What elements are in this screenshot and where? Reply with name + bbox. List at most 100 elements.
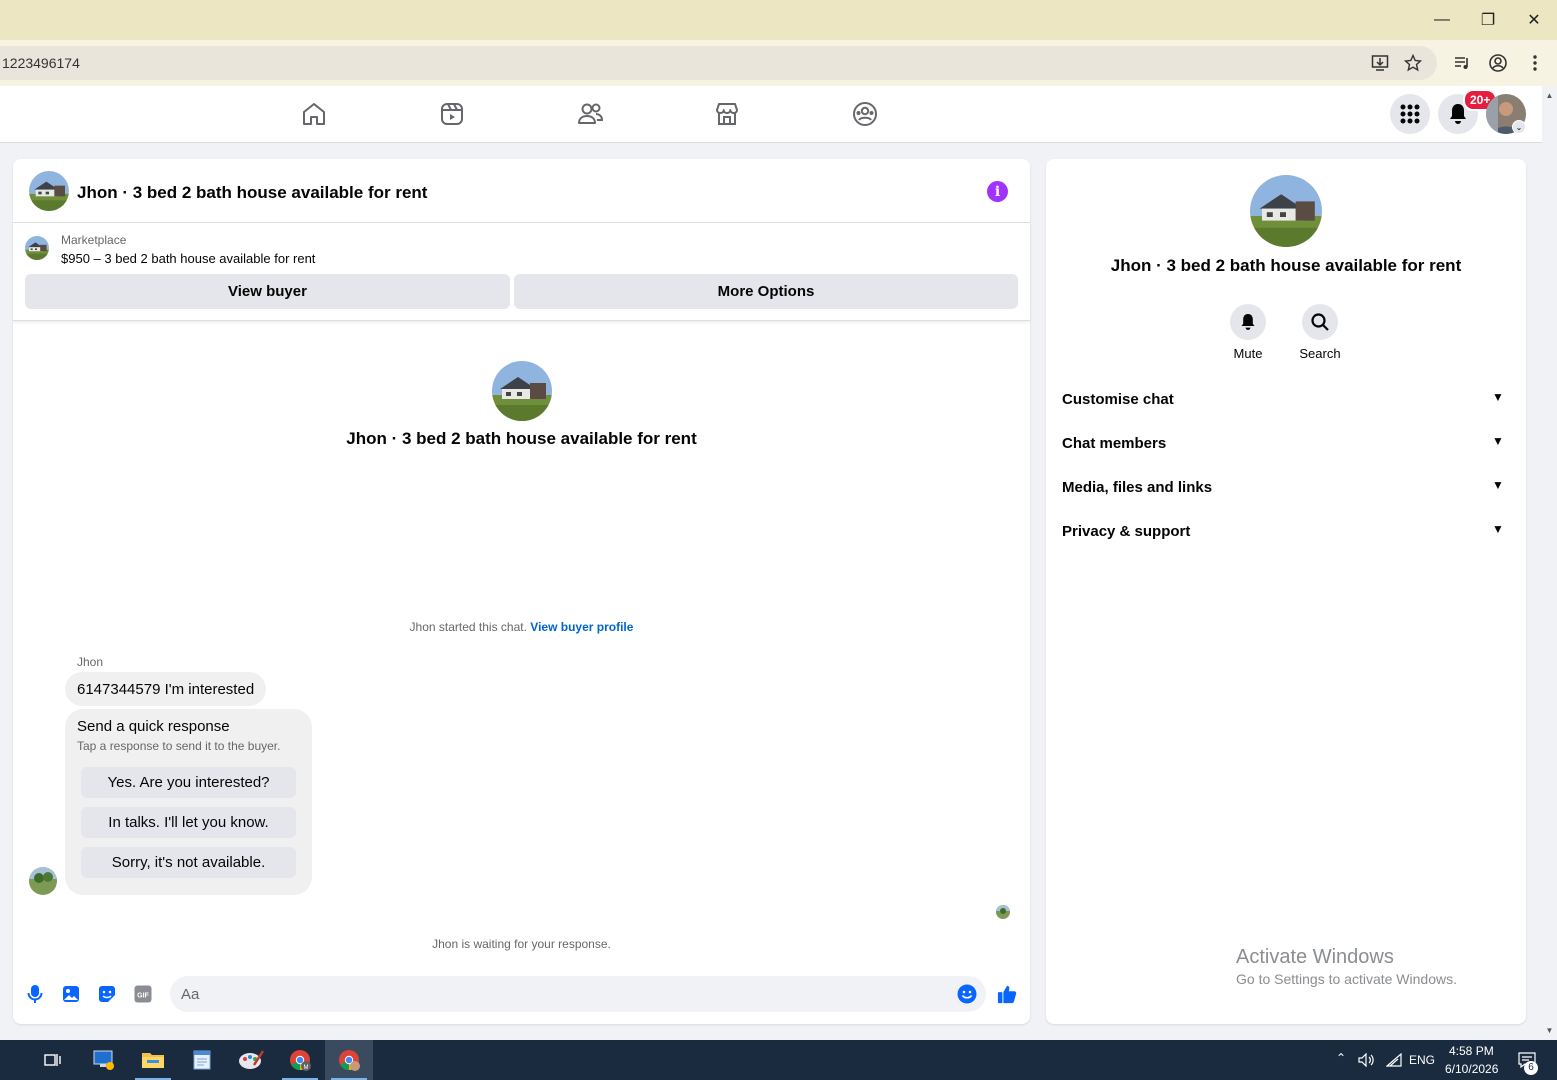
page-scrollbar[interactable]: ▲ ▼ <box>1542 86 1557 1040</box>
grid-icon <box>1400 104 1420 124</box>
section-label: Chat members <box>1062 435 1167 452</box>
profile-icon[interactable] <box>1487 52 1509 74</box>
gif-label: GIF <box>137 993 149 1000</box>
marketplace-icon[interactable] <box>713 100 741 128</box>
marketplace-listing-bar: Marketplace $950 – 3 bed 2 bath house av… <box>13 223 1030 321</box>
network-icon[interactable] <box>1380 1040 1408 1080</box>
details-title: Jhon · 3 bed 2 bath house available for … <box>1110 256 1462 275</box>
gif-icon[interactable]: GIF <box>133 984 153 1004</box>
chrome-active-icon[interactable] <box>325 1040 373 1080</box>
install-app-icon[interactable] <box>1369 52 1391 74</box>
message-composer: GIF <box>13 972 1030 1016</box>
chevron-down-icon: ▼ <box>1492 478 1504 492</box>
bell-icon <box>1230 304 1266 340</box>
section-label: Privacy & support <box>1062 523 1191 540</box>
bookmark-star-icon[interactable] <box>1402 52 1424 74</box>
scroll-down-icon[interactable]: ▼ <box>1542 1023 1557 1037</box>
search-icon <box>1302 304 1338 340</box>
quick-response-card: Send a quick response Tap a response to … <box>65 709 312 895</box>
home-icon[interactable] <box>300 100 328 128</box>
chevron-down-icon: ▼ <box>1492 390 1504 404</box>
more-options-button[interactable]: More Options <box>514 274 1018 309</box>
media-control-icon[interactable] <box>1451 52 1473 74</box>
url-text[interactable]: 1223496174 <box>2 55 80 71</box>
media-files-links-section[interactable]: Media, files and links ▼ <box>1046 468 1526 508</box>
chat-members-section[interactable]: Chat members ▼ <box>1046 424 1526 464</box>
conversation-avatar <box>492 361 552 421</box>
groups-icon[interactable] <box>851 100 879 128</box>
address-bar[interactable]: 1223496174 <box>0 46 1437 80</box>
chat-started-notice: Jhon started this chat. View buyer profi… <box>13 620 1030 634</box>
clock-time[interactable]: 4:58 PM <box>1449 1044 1494 1058</box>
privacy-support-section[interactable]: Privacy & support ▼ <box>1046 512 1526 552</box>
emoji-icon[interactable] <box>957 984 977 1004</box>
video-icon[interactable] <box>438 100 466 128</box>
quick-response-not-available[interactable]: Sorry, it's not available. <box>81 847 296 878</box>
friends-icon[interactable] <box>576 100 604 128</box>
window-title-bar: — ❐ ✕ <box>0 0 1557 40</box>
minimize-icon[interactable]: — <box>1419 6 1465 34</box>
info-icon[interactable]: i <box>987 181 1008 202</box>
conversation-title: Jhon · 3 bed 2 bath house available for … <box>346 429 697 448</box>
svg-text:M: M <box>304 1065 309 1071</box>
watermark-title: Activate Windows <box>1236 946 1394 968</box>
listing-thumbnail[interactable] <box>25 236 49 260</box>
quick-response-interested[interactable]: Yes. Are you interested? <box>81 767 296 798</box>
chat-header: Jhon · 3 bed 2 bath house available for … <box>13 159 1030 223</box>
waiting-notice: Jhon is waiting for your response. <box>432 937 611 951</box>
conversation-details-panel: Jhon · 3 bed 2 bath house available for … <box>1046 159 1526 1024</box>
restore-icon[interactable]: ❐ <box>1465 6 1511 34</box>
file-explorer-icon[interactable] <box>129 1040 177 1080</box>
details-avatar <box>1250 175 1322 247</box>
clock-date[interactable]: 6/10/2026 <box>1445 1062 1498 1076</box>
activate-windows-watermark: Activate Windows Go to Settings to activ… <box>1236 946 1457 987</box>
watermark-subtitle: Go to Settings to activate Windows. <box>1236 971 1457 987</box>
photo-icon[interactable] <box>61 984 81 1004</box>
volume-icon[interactable] <box>1352 1040 1380 1080</box>
chevron-down-icon: ▼ <box>1492 434 1504 448</box>
mute-button[interactable]: Mute <box>1208 304 1288 361</box>
quick-response-title: Send a quick response <box>77 718 230 735</box>
task-view-icon[interactable] <box>29 1040 77 1080</box>
menu-grid-button[interactable] <box>1390 94 1430 134</box>
browser-menu-icon[interactable] <box>1524 52 1546 74</box>
chat-title[interactable]: Jhon · 3 bed 2 bath house available for … <box>77 183 427 203</box>
chrome-profile-icon[interactable]: M <box>276 1040 324 1080</box>
sticker-icon[interactable] <box>97 984 117 1004</box>
microphone-icon[interactable] <box>25 984 45 1004</box>
chat-started-text: Jhon started this chat. <box>409 620 527 634</box>
language-indicator[interactable]: ENG <box>1409 1053 1435 1067</box>
windows-taskbar: M ⌃ ENG 4:58 PM 6/10/2026 6 <box>0 1040 1557 1080</box>
scroll-up-icon[interactable]: ▲ <box>1542 88 1557 102</box>
chevron-down-icon[interactable]: ⌄ <box>1512 120 1526 134</box>
view-buyer-button[interactable]: View buyer <box>25 274 510 309</box>
paint-icon[interactable] <box>227 1040 275 1080</box>
remote-desktop-icon[interactable] <box>80 1040 128 1080</box>
quick-response-subtitle: Tap a response to send it to the buyer. <box>77 739 281 753</box>
quick-response-in-talks[interactable]: In talks. I'll let you know. <box>81 807 296 838</box>
customise-chat-section[interactable]: Customise chat ▼ <box>1046 380 1526 420</box>
message-input[interactable] <box>170 976 986 1012</box>
sender-name: Jhon <box>77 655 104 669</box>
chevron-down-icon: ▼ <box>1492 522 1504 536</box>
listing-summary[interactable]: $950 – 3 bed 2 bath house available for … <box>61 251 315 266</box>
tray-chevron-up-icon[interactable]: ⌃ <box>1336 1051 1346 1065</box>
search-button[interactable]: Search <box>1280 304 1360 361</box>
thumbs-up-icon[interactable] <box>997 984 1017 1004</box>
seen-indicator-avatar <box>996 905 1010 919</box>
mute-label: Mute <box>1233 346 1263 361</box>
sender-avatar[interactable] <box>29 867 57 895</box>
notification-count: 6 <box>1524 1061 1538 1075</box>
view-buyer-profile-link[interactable]: View buyer profile <box>530 620 633 634</box>
notepad-icon[interactable] <box>178 1040 226 1080</box>
message-bubble[interactable]: 6147344579 I'm interested <box>65 672 267 706</box>
facebook-top-nav: 20+ ⌄ <box>0 86 1542 143</box>
section-label: Customise chat <box>1062 391 1174 408</box>
browser-toolbar: 1223496174 <box>0 40 1557 86</box>
close-icon[interactable]: ✕ <box>1511 6 1557 34</box>
listing-avatar[interactable] <box>29 171 69 211</box>
marketplace-label: Marketplace <box>61 233 127 247</box>
chat-panel: Jhon · 3 bed 2 bath house available for … <box>13 159 1030 1024</box>
search-label: Search <box>1299 346 1341 361</box>
section-label: Media, files and links <box>1062 479 1213 496</box>
